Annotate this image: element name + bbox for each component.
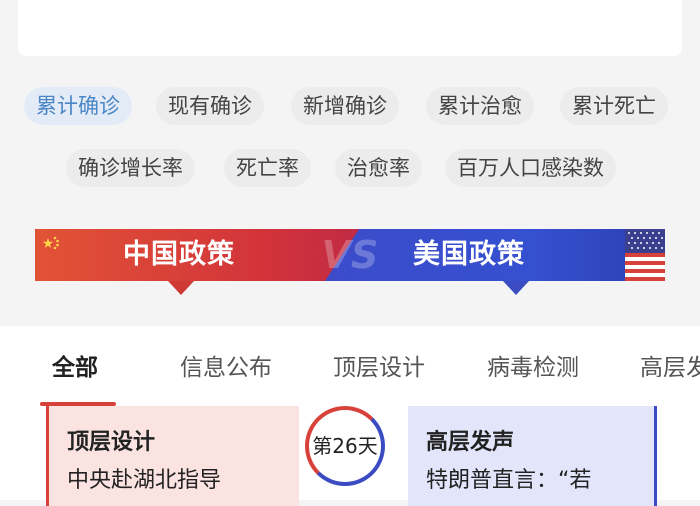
policy-vs-banner: 中国政策 美国政策 VS <box>35 229 665 281</box>
tab-top-level-design[interactable]: 顶层设计 <box>333 348 425 382</box>
policy-timeline: 顶层设计 中央赴湖北指导 第26天 高层发声 特朗普直言：“若 <box>0 406 700 506</box>
us-policy-pointer <box>503 281 529 295</box>
chip-new-confirmed[interactable]: 新增确诊 <box>291 87 399 125</box>
chip-cure-rate[interactable]: 治愈率 <box>335 149 422 187</box>
chip-current-confirmed[interactable]: 现有确诊 <box>156 87 264 125</box>
us-card-body: 特朗普直言：“若 <box>426 468 592 493</box>
china-card-title: 顶层设计 <box>67 430 156 455</box>
tab-all[interactable]: 全部 <box>52 348 98 382</box>
us-policy-card[interactable]: 高层发声 特朗普直言：“若 <box>408 406 657 506</box>
chip-cumulative-deaths[interactable]: 累计死亡 <box>560 87 668 125</box>
tab-leadership-statements[interactable]: 高层发声 <box>640 348 700 382</box>
china-card-body: 中央赴湖北指导 <box>67 468 222 493</box>
china-policy-label: 中国政策 <box>123 239 235 270</box>
chip-cumulative-confirmed[interactable]: 累计确诊 <box>24 87 132 125</box>
us-flag-icon <box>625 229 665 281</box>
top-card <box>18 0 682 56</box>
tab-info-release[interactable]: 信息公布 <box>180 348 272 382</box>
tab-virus-testing[interactable]: 病毒检测 <box>487 348 579 382</box>
us-card-title: 高层发声 <box>426 430 515 455</box>
vs-mark: VS <box>321 233 379 277</box>
us-policy-label: 美国政策 <box>413 239 525 270</box>
chip-cumulative-cured[interactable]: 累计治愈 <box>426 87 534 125</box>
chip-death-rate[interactable]: 死亡率 <box>224 149 311 187</box>
policy-tab-bar: 全部 信息公布 顶层设计 病毒检测 高层发声 <box>0 326 700 406</box>
day-badge: 第26天 <box>305 406 385 486</box>
china-flag-icon <box>42 236 59 250</box>
chip-confirmed-growth-rate[interactable]: 确诊增长率 <box>66 149 195 187</box>
china-policy-pointer <box>168 281 194 295</box>
chip-infections-per-million[interactable]: 百万人口感染数 <box>445 149 616 187</box>
china-policy-card[interactable]: 顶层设计 中央赴湖北指导 <box>46 406 299 506</box>
